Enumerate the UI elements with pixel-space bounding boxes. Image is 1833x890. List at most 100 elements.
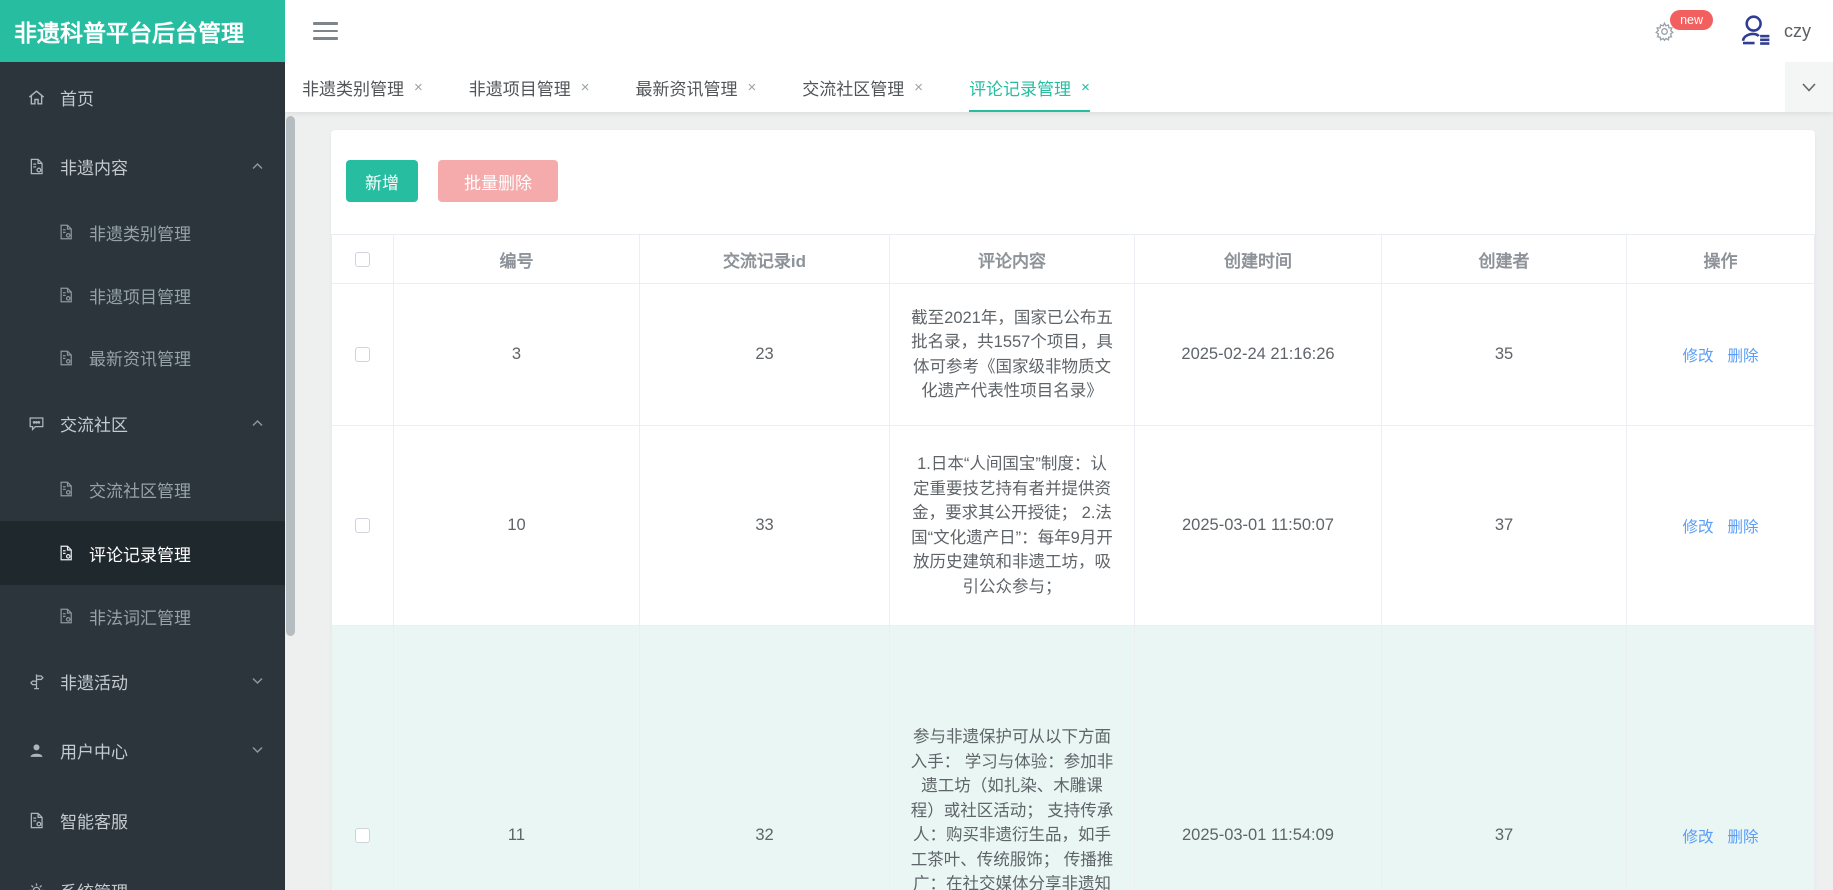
sidebar-item-category-mgmt[interactable]: 非遗类别管理 <box>0 200 285 264</box>
sidebar-item-community[interactable]: 交流社区 <box>0 389 285 457</box>
sidebar-item-heritage-content[interactable]: 非遗内容 <box>0 132 285 200</box>
sidebar-item-activity[interactable]: 非遗活动 <box>0 647 285 715</box>
sidebar-menu: 首页 非遗内容 非遗类别管理 非遗项目管理 <box>0 62 285 890</box>
tab-label: 最新资讯管理 <box>636 75 738 100</box>
chevron-up-icon <box>252 163 263 170</box>
sidebar-item-smart-service[interactable]: 智能客服 <box>0 785 285 855</box>
cell-actions: 修改 删除 <box>1627 626 1814 890</box>
cell-content: 1.日本“人间国宝”制度：认定重要技艺持有者并提供资金，要求其公开授徒； 2.法… <box>890 426 1135 625</box>
signpost-icon <box>27 672 46 691</box>
app-screen: 非遗科普平台后台管理 首页 非遗内容 非遗类别管理 <box>0 0 1833 890</box>
cell-actions: 修改 删除 <box>1627 426 1814 625</box>
new-badge: new <box>1670 10 1713 31</box>
delete-link[interactable]: 删除 <box>1728 515 1759 537</box>
cell-content: 参与非遗保护可从以下方面入手： 学习与体验：参加非遗工坊（如扎染、木雕课程）或社… <box>890 626 1135 890</box>
header-right: new czy <box>1654 0 1811 62</box>
sidebar-item-label: 非遗内容 <box>60 154 128 179</box>
cell-content: 截至2021年，国家已公布五批名录，共1557个项目，具体可参考《国家级非物质文… <box>890 284 1135 425</box>
tab-overflow-button[interactable] <box>1785 62 1833 112</box>
sidebar-item-label: 首页 <box>60 85 94 110</box>
comment-records-panel: 新增 批量删除 编号 交流记录id 评论内容 创建时间 创建者 操作 3 23 <box>331 130 1815 890</box>
tab-project-mgmt[interactable]: 非遗项目管理 × <box>469 62 590 112</box>
cell-creator: 37 <box>1382 626 1627 890</box>
close-icon[interactable]: × <box>748 79 757 96</box>
sidebar-item-label: 交流社区管理 <box>89 477 191 502</box>
sidebar-item-comment-mgmt[interactable]: 评论记录管理 <box>0 521 285 585</box>
chat-icon <box>27 414 46 433</box>
scrollbar-thumb[interactable] <box>286 116 295 636</box>
chevron-up-icon <box>252 420 263 427</box>
tab-news-mgmt[interactable]: 最新资讯管理 × <box>636 62 757 112</box>
row-select-cell <box>332 626 394 890</box>
tab-comment-mgmt[interactable]: 评论记录管理 × <box>969 62 1090 112</box>
sidebar-item-label: 非法词汇管理 <box>89 604 191 629</box>
edit-link[interactable]: 修改 <box>1682 515 1713 537</box>
sidebar-item-community-mgmt[interactable]: 交流社区管理 <box>0 457 285 521</box>
cell-record-id: 33 <box>640 426 890 625</box>
top-header: new czy <box>285 0 1833 62</box>
row-checkbox[interactable] <box>355 347 370 362</box>
edit-link[interactable]: 修改 <box>1682 344 1713 366</box>
row-checkbox[interactable] <box>355 518 370 533</box>
close-icon[interactable]: × <box>914 79 923 96</box>
document-gear-icon <box>57 286 75 304</box>
table-header-row: 编号 交流记录id 评论内容 创建时间 创建者 操作 <box>332 235 1814 284</box>
column-header-created-at: 创建时间 <box>1135 235 1382 283</box>
row-select-cell <box>332 426 394 625</box>
cell-creator: 37 <box>1382 426 1627 625</box>
close-icon[interactable]: × <box>1081 79 1090 96</box>
chevron-down-icon <box>252 747 263 754</box>
sidebar-item-user-center[interactable]: 用户中心 <box>0 715 285 785</box>
delete-link[interactable]: 删除 <box>1728 825 1759 847</box>
tab-bar: 非遗类别管理 × 非遗项目管理 × 最新资讯管理 × 交流社区管理 × 评论记录… <box>285 62 1833 112</box>
gear-icon <box>27 881 46 890</box>
column-header-id: 编号 <box>394 235 640 283</box>
sidebar-item-system-mgmt[interactable]: 系统管理 <box>0 855 285 890</box>
sidebar-item-label: 最新资讯管理 <box>89 345 191 370</box>
sidebar-item-label: 非遗类别管理 <box>89 220 191 245</box>
cell-creator: 35 <box>1382 284 1627 425</box>
cell-created-at: 2025-03-01 11:54:09 <box>1135 626 1382 890</box>
document-gear-icon <box>27 811 46 830</box>
username-label: czy <box>1784 21 1811 42</box>
column-header-actions: 操作 <box>1627 235 1814 283</box>
column-header-creator: 创建者 <box>1382 235 1627 283</box>
app-title: 非遗科普平台后台管理 <box>0 0 285 62</box>
document-gear-icon <box>27 157 46 176</box>
comment-table: 编号 交流记录id 评论内容 创建时间 创建者 操作 3 23 截至2021年，… <box>331 234 1815 890</box>
document-gear-icon <box>57 607 75 625</box>
sidebar-item-label: 评论记录管理 <box>89 541 191 566</box>
tab-label: 交流社区管理 <box>802 75 904 100</box>
sidebar-item-home[interactable]: 首页 <box>0 62 285 132</box>
select-all-checkbox[interactable] <box>355 252 370 267</box>
user-icon <box>27 741 46 760</box>
main-content: 新增 批量删除 编号 交流记录id 评论内容 创建时间 创建者 操作 3 23 <box>285 112 1833 890</box>
home-icon <box>27 88 46 107</box>
close-icon[interactable]: × <box>581 79 590 96</box>
header-select-cell <box>332 235 394 283</box>
sidebar-item-illegal-words-mgmt[interactable]: 非法词汇管理 <box>0 585 285 647</box>
hamburger-menu-icon[interactable] <box>313 22 338 40</box>
sidebar-item-label: 非遗活动 <box>60 669 128 694</box>
sidebar-item-label: 智能客服 <box>60 808 128 833</box>
user-avatar-icon[interactable] <box>1737 13 1774 50</box>
batch-delete-button[interactable]: 批量删除 <box>438 160 558 202</box>
document-gear-icon <box>57 349 75 367</box>
add-button[interactable]: 新增 <box>346 160 418 202</box>
tab-category-mgmt[interactable]: 非遗类别管理 × <box>302 62 423 112</box>
row-checkbox[interactable] <box>355 828 370 843</box>
cell-actions: 修改 删除 <box>1627 284 1814 425</box>
content-scrollbar <box>285 112 297 890</box>
sidebar-item-news-mgmt[interactable]: 最新资讯管理 <box>0 326 285 389</box>
document-gear-icon <box>57 480 75 498</box>
chevron-down-icon <box>1802 83 1816 92</box>
sidebar-item-project-mgmt[interactable]: 非遗项目管理 <box>0 264 285 326</box>
cell-record-id: 32 <box>640 626 890 890</box>
delete-link[interactable]: 删除 <box>1728 344 1759 366</box>
document-gear-icon <box>57 544 75 562</box>
cell-id: 10 <box>394 426 640 625</box>
close-icon[interactable]: × <box>414 79 423 96</box>
edit-link[interactable]: 修改 <box>1682 825 1713 847</box>
cell-created-at: 2025-02-24 21:16:26 <box>1135 284 1382 425</box>
tab-community-mgmt[interactable]: 交流社区管理 × <box>802 62 923 112</box>
